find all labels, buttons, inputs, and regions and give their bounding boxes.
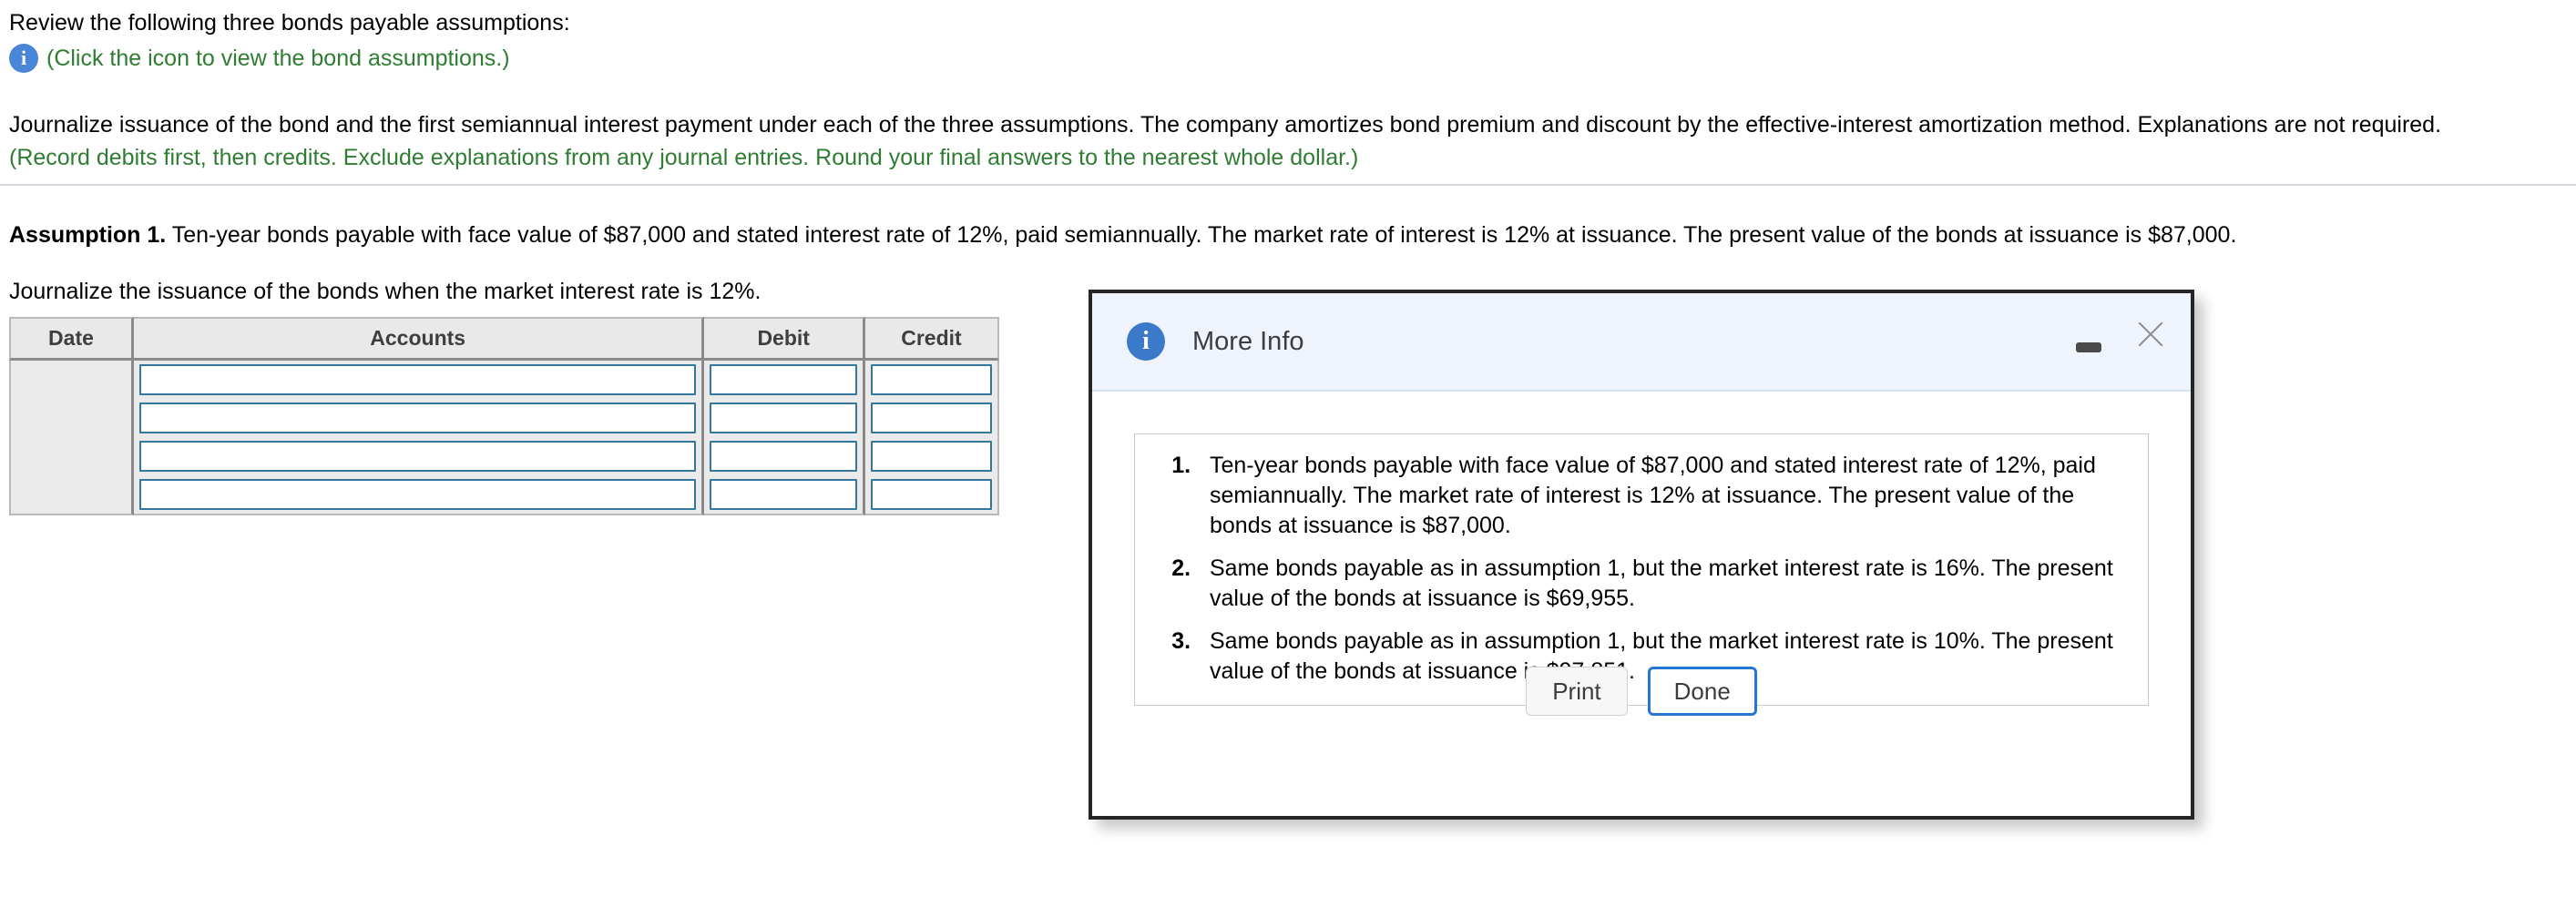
table-header-row: Date Accounts Debit Credit: [9, 317, 999, 361]
more-info-dialog: i More Info Ten-year bonds payable with …: [1089, 290, 2194, 820]
column-header-credit: Credit: [864, 317, 999, 361]
column-header-date: Date: [9, 317, 134, 361]
section-divider: [0, 184, 2576, 186]
assumption-1-text: Ten-year bonds payable with face value o…: [166, 222, 2237, 248]
credit-cell: [864, 399, 999, 437]
accounts-cell: [133, 361, 705, 399]
journal-entry-table: Date Accounts Debit Credit: [9, 317, 999, 515]
debit-cell: [704, 399, 865, 437]
debit-cell: [704, 475, 865, 515]
date-cell: [9, 399, 134, 437]
date-cell: [9, 437, 134, 475]
intro-title: Review the following three bonds payable…: [9, 10, 570, 36]
table-row: [9, 475, 999, 515]
table-row: [9, 437, 999, 475]
info-icon: i: [1127, 322, 1165, 361]
close-icon[interactable]: [2132, 316, 2169, 352]
column-header-debit: Debit: [704, 317, 865, 361]
minimize-icon[interactable]: [2076, 341, 2101, 352]
accounts-cell: [133, 399, 705, 437]
debit-input-row-2[interactable]: [710, 403, 857, 433]
list-item: Same bonds payable as in assumption 1, b…: [1197, 554, 2124, 614]
assumptions-list: Ten-year bonds payable with face value o…: [1159, 451, 2124, 687]
credit-cell: [864, 437, 999, 475]
date-cell: [9, 361, 134, 399]
table-row: [9, 399, 999, 437]
done-button[interactable]: Done: [1647, 667, 1757, 716]
record-requirements-note: (Record debits first, then credits. Excl…: [9, 145, 1359, 170]
credit-cell: [864, 475, 999, 515]
assumption-1-statement: Assumption 1. Ten-year bonds payable wit…: [9, 221, 2236, 249]
accounts-input-row-1[interactable]: [138, 364, 697, 395]
info-icon[interactable]: i: [9, 44, 38, 73]
debit-input-row-1[interactable]: [710, 364, 857, 395]
debit-cell: [704, 437, 865, 475]
accounts-input-row-2[interactable]: [138, 403, 697, 433]
accounts-input-row-3[interactable]: [138, 441, 697, 472]
table-row: [9, 361, 999, 399]
bond-assumptions-icon-row: i (Click the icon to view the bond assum…: [9, 44, 510, 73]
credit-input-row-2[interactable]: [870, 403, 992, 433]
list-item: Ten-year bonds payable with face value o…: [1197, 451, 2124, 541]
assumptions-box: Ten-year bonds payable with face value o…: [1134, 433, 2149, 706]
journalize-subprompt: Journalize the issuance of the bonds whe…: [9, 279, 762, 304]
click-icon-hint: (Click the icon to view the bond assumpt…: [46, 45, 510, 71]
accounts-input-row-4[interactable]: [138, 479, 697, 510]
credit-input-row-4[interactable]: [870, 479, 992, 510]
accounts-cell: [133, 475, 705, 515]
column-header-accounts: Accounts: [133, 317, 705, 361]
assumption-item-text: Ten-year bonds payable with face value o…: [1210, 453, 2096, 538]
date-cell: [9, 475, 134, 515]
credit-cell: [864, 361, 999, 399]
debit-cell: [704, 361, 865, 399]
journalize-instructions: Journalize issuance of the bond and the …: [9, 112, 2442, 138]
window-controls: [2076, 293, 2169, 392]
assumption-1-label: Assumption 1.: [9, 222, 167, 248]
assumption-item-text: Same bonds payable as in assumption 1, b…: [1210, 555, 2113, 611]
dialog-header: i More Info: [1092, 293, 2191, 392]
dialog-title: More Info: [1192, 326, 1304, 356]
dialog-body: Ten-year bonds payable with face value o…: [1092, 392, 2191, 706]
accounts-cell: [133, 437, 705, 475]
dialog-footer: Print Done: [1092, 667, 2191, 716]
debit-input-row-3[interactable]: [710, 441, 857, 472]
credit-input-row-1[interactable]: [870, 364, 992, 395]
print-button[interactable]: Print: [1526, 667, 1628, 716]
credit-input-row-3[interactable]: [870, 441, 992, 472]
debit-input-row-4[interactable]: [710, 479, 857, 510]
